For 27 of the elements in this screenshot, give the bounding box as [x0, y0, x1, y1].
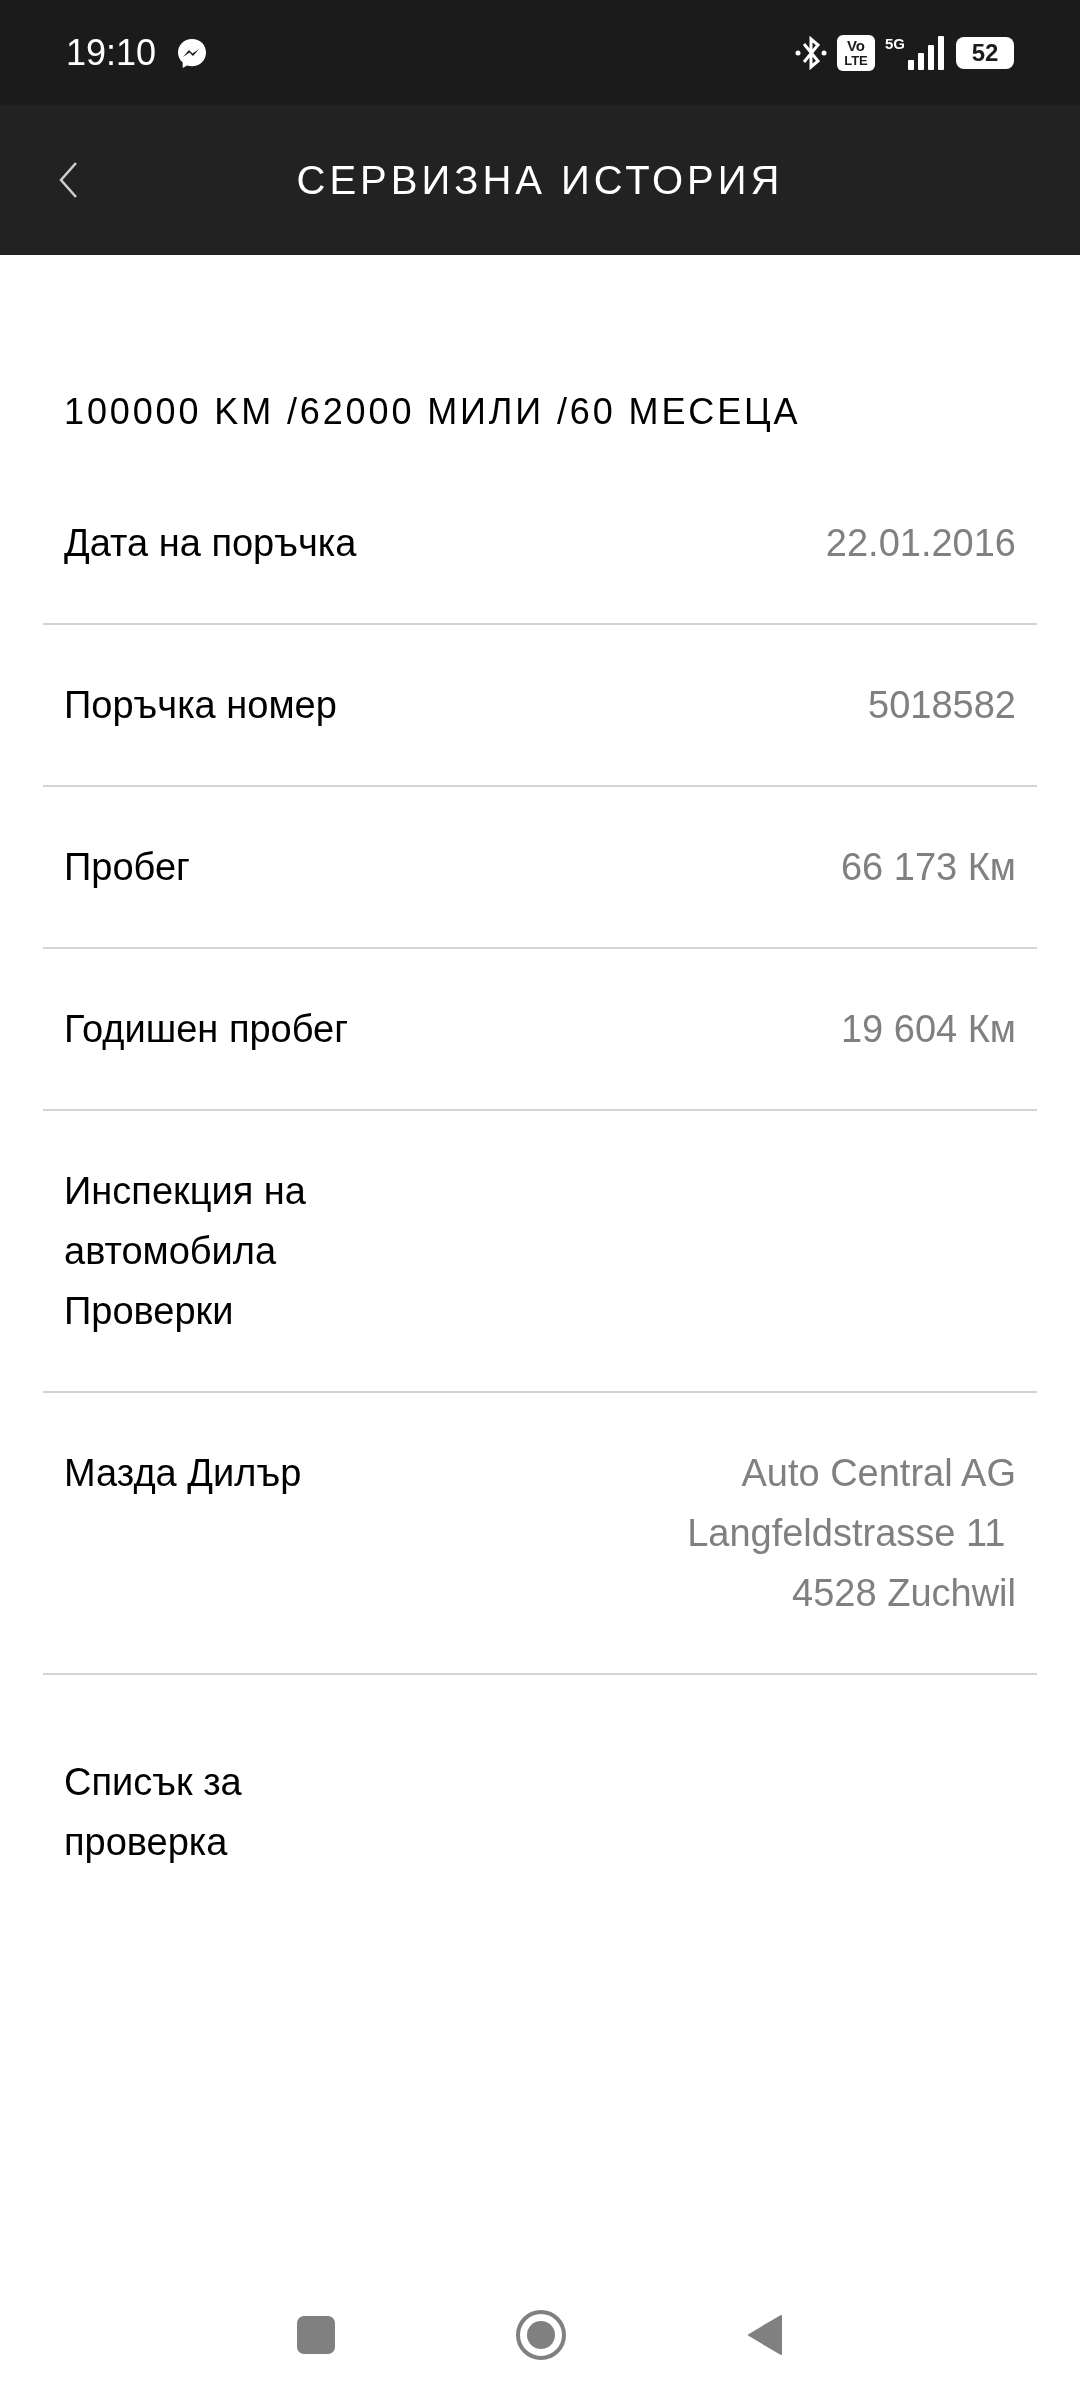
- clock: 19:10: [66, 34, 157, 71]
- row-label: Инспекция на автомобила Проверки: [64, 1169, 307, 1334]
- row-label: Мазда Дилър: [64, 1451, 302, 1496]
- section-title: 100000 KM /62000 МИЛИ /60 МЕСЕЦА: [64, 390, 802, 434]
- value-line: 19 604 Км: [840, 1007, 1016, 1052]
- row-label: Поръчка номер: [64, 683, 337, 728]
- back-triangle-icon[interactable]: [747, 2314, 783, 2356]
- row-label: Годишен пробег: [64, 1007, 349, 1052]
- battery-percent: 52: [971, 40, 999, 65]
- value-line: 66 173 Км: [840, 845, 1016, 890]
- row-label: Пробег: [64, 845, 190, 890]
- volte-bottom-text: LTE: [844, 52, 868, 68]
- value-line: Langfeldstrasse 11: [687, 1511, 1007, 1556]
- value-line: 4528 Zuchwil: [792, 1571, 1016, 1616]
- home-circle-icon[interactable]: [515, 2309, 567, 2361]
- back-chevron-icon: [58, 161, 78, 199]
- network-type: 5G: [885, 35, 905, 51]
- signal-icon: [908, 35, 946, 70]
- screen-title: СЕРВИЗНА ИСТОРИЯ: [296, 157, 784, 204]
- recents-square-icon[interactable]: [297, 2316, 335, 2354]
- value-line: Auto Central AG: [741, 1451, 1016, 1496]
- checklist-label[interactable]: Списък за проверка: [64, 1752, 364, 1872]
- value-line: 5018582: [868, 683, 1016, 728]
- chat-bubble-icon: [176, 36, 209, 69]
- row-label: Дата на поръчка: [64, 521, 357, 566]
- volte-top-text: Vo: [846, 37, 865, 53]
- value-line: 22.01.2016: [825, 521, 1016, 566]
